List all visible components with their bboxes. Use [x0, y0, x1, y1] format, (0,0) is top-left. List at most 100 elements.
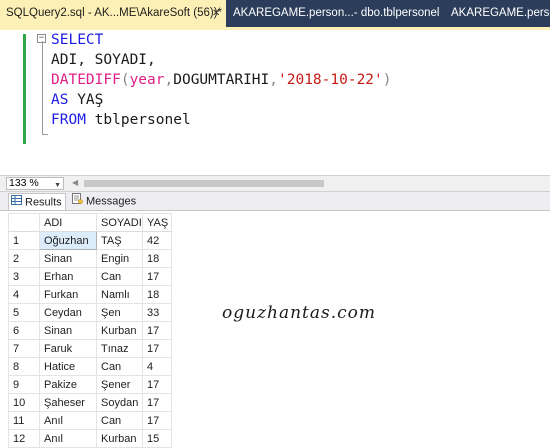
column-arg: DOGUMTARIHI	[173, 72, 270, 88]
row-number[interactable]: 8	[8, 357, 40, 376]
scroll-left-icon[interactable]: ◀	[72, 178, 78, 187]
cell-yas[interactable]: 42	[142, 231, 172, 250]
row-number[interactable]: 2	[8, 249, 40, 268]
results-grid-area: ADI SOYADI YAŞ 1 Oğuzhan TAŞ 42 2 Sinan Engin 1…	[0, 211, 550, 448]
table-row[interactable]: 2 Sinan Engin 18	[8, 249, 172, 268]
row-number[interactable]: 7	[8, 339, 40, 358]
cell-yas[interactable]: 18	[142, 249, 172, 268]
table-row[interactable]: 10 Şaheser Soydan 17	[8, 393, 172, 412]
cell-adi[interactable]: Faruk	[39, 339, 97, 358]
grid-header-row: ADI SOYADI YAŞ	[8, 213, 172, 232]
cell-yas[interactable]: 18	[142, 285, 172, 304]
cell-soyadi[interactable]: Soydan	[96, 393, 143, 412]
document-tab-bar: SQLQuery2.sql - AK...ME\AkareSoft (56))*…	[0, 0, 550, 27]
cell-yas[interactable]: 17	[142, 339, 172, 358]
cell-adi[interactable]: Hatice	[39, 357, 97, 376]
row-number[interactable]: 6	[8, 321, 40, 340]
grid-body: 1 Oğuzhan TAŞ 42 2 Sinan Engin 18 3 Erhan Can 17 4 Fu…	[8, 231, 172, 448]
row-number-header[interactable]	[8, 213, 40, 232]
horizontal-scrollbar[interactable]	[84, 180, 324, 187]
cell-adi[interactable]: Ceydan	[39, 303, 97, 322]
cell-soyadi[interactable]: Engin	[96, 249, 143, 268]
code-line-2: ADI, SOYADI,	[51, 50, 156, 70]
keyword: FROM	[51, 112, 86, 128]
table-row[interactable]: 7 Faruk Tınaz 17	[8, 339, 172, 358]
cell-adi[interactable]: Erhan	[39, 267, 97, 286]
cell-soyadi[interactable]: Kurban	[96, 429, 143, 448]
column-header-yas[interactable]: YAŞ	[142, 213, 172, 232]
cell-adi[interactable]: Sinan	[39, 321, 97, 340]
column-list: ADI, SOYADI,	[51, 52, 156, 68]
cell-adi[interactable]: Anıl	[39, 429, 97, 448]
tab-sqlquery2[interactable]: SQLQuery2.sql - AK...ME\AkareSoft (56))*…	[0, 0, 226, 27]
cell-yas[interactable]: 17	[142, 321, 172, 340]
row-number[interactable]: 12	[8, 429, 40, 448]
table-row[interactable]: 11 Anıl Can 17	[8, 411, 172, 430]
changed-lines-marker	[23, 34, 26, 144]
cell-adi[interactable]: Furkan	[39, 285, 97, 304]
table-row[interactable]: 6 Sinan Kurban 17	[8, 321, 172, 340]
cell-adi[interactable]: Anıl	[39, 411, 97, 430]
row-number[interactable]: 1	[8, 231, 40, 250]
cell-yas[interactable]: 17	[142, 393, 172, 412]
table-row[interactable]: 3 Erhan Can 17	[8, 267, 172, 286]
keyword: SELECT	[51, 32, 104, 48]
cell-soyadi[interactable]: TAŞ	[96, 231, 143, 250]
paren-close: )	[382, 72, 392, 88]
close-icon[interactable]: ✕	[212, 0, 220, 27]
row-number[interactable]: 10	[8, 393, 40, 412]
table-row[interactable]: 4 Furkan Namlı 18	[8, 285, 172, 304]
cell-adi[interactable]: Şaheser	[39, 393, 97, 412]
zoom-value: 133 %	[9, 177, 39, 189]
tab-tblpersonel-design[interactable]: AKAREGAME.person...- dbo.tblpersonel	[233, 0, 443, 27]
row-number[interactable]: 11	[8, 411, 40, 430]
cell-soyadi[interactable]: Can	[96, 267, 143, 286]
tab-akaregame-person[interactable]: AKAREGAME.person...	[451, 0, 550, 27]
cell-yas[interactable]: 4	[142, 357, 172, 376]
row-number[interactable]: 3	[8, 267, 40, 286]
column-header-adi[interactable]: ADI	[39, 213, 97, 232]
results-grid: ADI SOYADI YAŞ 1 Oğuzhan TAŞ 42 2 Sinan Engin 1…	[8, 213, 172, 448]
table-row[interactable]: 5 Ceydan Şen 33	[8, 303, 172, 322]
tab-label: AKAREGAME.person...- dbo.tblpersonel	[233, 7, 440, 19]
cell-adi[interactable]: Pakize	[39, 375, 97, 394]
row-number[interactable]: 9	[8, 375, 40, 394]
cell-yas[interactable]: 17	[142, 375, 172, 394]
zoom-select[interactable]: 133 % ▼	[6, 177, 64, 190]
table-row[interactable]: 8 Hatice Can 4	[8, 357, 172, 376]
code-line-3: DATEDIFF(year,DOGUMTARIHI,'2018-10-22')	[51, 70, 392, 90]
cell-adi[interactable]: Oğuzhan	[39, 231, 97, 250]
table-row[interactable]: 12 Anıl Kurban 15	[8, 429, 172, 448]
column-header-soyadi[interactable]: SOYADI	[96, 213, 143, 232]
tab-results-label: Results	[25, 196, 62, 209]
cell-yas[interactable]: 33	[142, 303, 172, 322]
cell-adi[interactable]: Sinan	[39, 249, 97, 268]
cell-yas[interactable]: 15	[142, 429, 172, 448]
cell-yas[interactable]: 17	[142, 411, 172, 430]
tab-messages-label: Messages	[86, 195, 137, 208]
cell-soyadi[interactable]: Namlı	[96, 285, 143, 304]
code-line-1: SELECT	[51, 30, 103, 50]
query-editor[interactable]: − SELECT ADI, SOYADI, DATEDIFF(year,DOGU…	[0, 30, 550, 175]
cell-soyadi[interactable]: Can	[96, 411, 143, 430]
table-row[interactable]: 1 Oğuzhan TAŞ 42	[8, 231, 172, 250]
row-number[interactable]: 5	[8, 303, 40, 322]
datepart-arg: year	[129, 72, 165, 88]
cell-yas[interactable]: 17	[142, 267, 172, 286]
paren-open: (	[120, 72, 130, 88]
cell-soyadi[interactable]: Kurban	[96, 321, 143, 340]
cell-soyadi[interactable]: Şener	[96, 375, 143, 394]
alias: YAŞ	[77, 92, 104, 108]
fold-guide-end	[42, 134, 48, 135]
messages-icon	[72, 193, 83, 210]
cell-soyadi[interactable]: Can	[96, 357, 143, 376]
row-number[interactable]: 4	[8, 285, 40, 304]
cell-soyadi[interactable]: Şen	[96, 303, 143, 322]
zoom-bar: 133 % ▼ ◀	[0, 175, 550, 192]
cell-soyadi[interactable]: Tınaz	[96, 339, 143, 358]
code-line-4: AS YAŞ	[51, 90, 103, 110]
table-row[interactable]: 9 Pakize Şener 17	[8, 375, 172, 394]
results-tab-bar: Results Messages	[0, 192, 550, 211]
tab-messages[interactable]: Messages	[70, 193, 136, 210]
tab-results[interactable]: Results	[8, 193, 66, 210]
